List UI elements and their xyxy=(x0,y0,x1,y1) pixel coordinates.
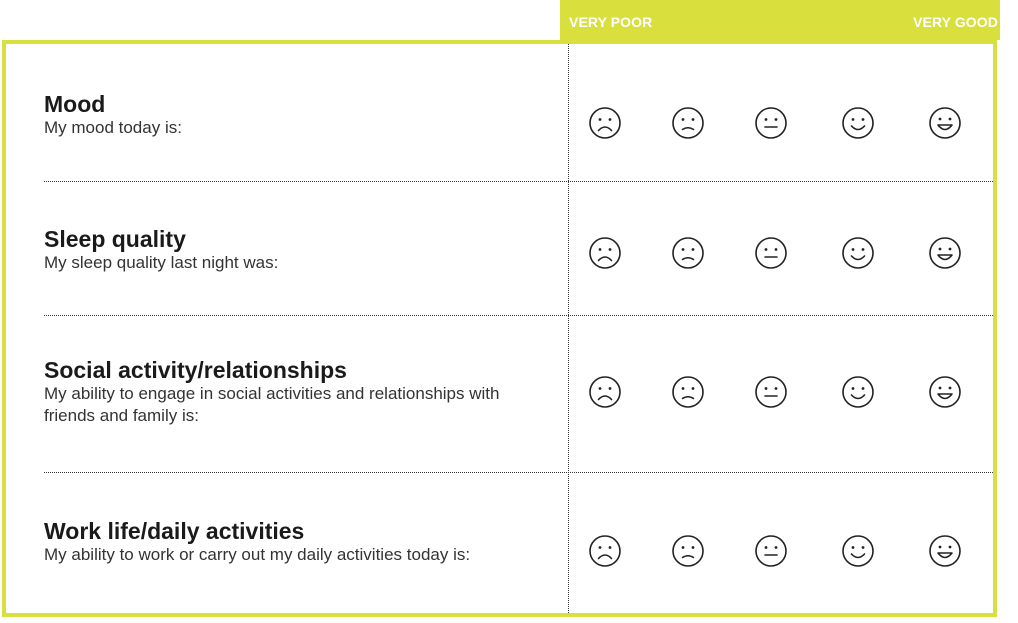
very-good-label: VERY GOOD xyxy=(913,14,998,30)
neutral-face-icon-svg xyxy=(755,376,787,408)
very-sad-face-icon[interactable] xyxy=(588,236,622,270)
row-mood: Mood My mood today is: xyxy=(6,44,993,181)
neutral-face-icon-svg xyxy=(755,237,787,269)
row-description: My ability to work or carry out my daily… xyxy=(44,545,471,564)
sad-face-icon[interactable] xyxy=(671,534,705,568)
row-title: Social activity/relationships xyxy=(44,357,347,383)
smile-face-icon[interactable] xyxy=(841,534,875,568)
grin-face-icon-svg xyxy=(929,237,961,269)
grin-face-icon-svg xyxy=(929,535,961,567)
sad-face-icon-svg xyxy=(672,376,704,408)
smile-face-icon-svg xyxy=(842,535,874,567)
very-sad-face-icon-svg xyxy=(589,237,621,269)
very-sad-face-icon-svg xyxy=(589,107,621,139)
neutral-face-icon-svg xyxy=(755,535,787,567)
rating-scale xyxy=(576,534,996,574)
row-title: Work life/daily activities xyxy=(44,518,305,544)
row-title: Sleep quality xyxy=(44,226,186,252)
neutral-face-icon[interactable] xyxy=(754,106,788,140)
sad-face-icon[interactable] xyxy=(671,236,705,270)
smile-face-icon-svg xyxy=(842,107,874,139)
very-sad-face-icon-svg xyxy=(589,535,621,567)
smile-face-icon-svg xyxy=(842,376,874,408)
very-sad-face-icon[interactable] xyxy=(588,106,622,140)
very-poor-label: VERY POOR xyxy=(569,14,653,30)
rating-scale xyxy=(576,375,996,415)
smile-face-icon-svg xyxy=(842,237,874,269)
row-description: My ability to engage in social activitie… xyxy=(44,384,500,425)
grin-face-icon[interactable] xyxy=(928,236,962,270)
smile-face-icon[interactable] xyxy=(841,375,875,409)
row-description: My mood today is: xyxy=(44,118,182,137)
grin-face-icon[interactable] xyxy=(928,106,962,140)
row-social-activity: Social activity/relationships My ability… xyxy=(6,315,993,472)
rating-card: Mood My mood today is: Sleep quality My … xyxy=(2,40,997,617)
sad-face-icon-svg xyxy=(672,107,704,139)
sad-face-icon[interactable] xyxy=(671,106,705,140)
rating-scale xyxy=(576,106,996,146)
grin-face-icon[interactable] xyxy=(928,534,962,568)
very-sad-face-icon-svg xyxy=(589,376,621,408)
neutral-face-icon[interactable] xyxy=(754,375,788,409)
sad-face-icon-svg xyxy=(672,237,704,269)
row-work-life: Work life/daily activities My ability to… xyxy=(6,472,993,613)
neutral-face-icon[interactable] xyxy=(754,236,788,270)
row-title: Mood xyxy=(44,91,106,117)
row-sleep-quality: Sleep quality My sleep quality last nigh… xyxy=(6,181,993,315)
rating-scale xyxy=(576,236,996,276)
very-sad-face-icon[interactable] xyxy=(588,534,622,568)
smile-face-icon[interactable] xyxy=(841,236,875,270)
grin-face-icon[interactable] xyxy=(928,375,962,409)
neutral-face-icon[interactable] xyxy=(754,534,788,568)
row-description: My sleep quality last night was: xyxy=(44,253,279,272)
sad-face-icon-svg xyxy=(672,535,704,567)
neutral-face-icon-svg xyxy=(755,107,787,139)
very-sad-face-icon[interactable] xyxy=(588,375,622,409)
grin-face-icon-svg xyxy=(929,107,961,139)
grin-face-icon-svg xyxy=(929,376,961,408)
smile-face-icon[interactable] xyxy=(841,106,875,140)
sad-face-icon[interactable] xyxy=(671,375,705,409)
